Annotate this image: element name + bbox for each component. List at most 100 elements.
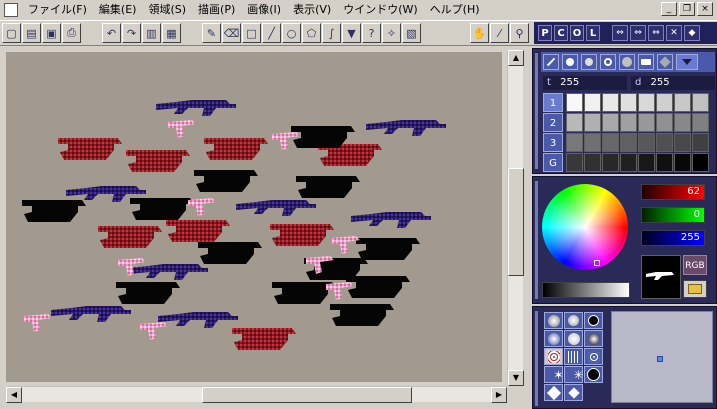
open-icon[interactable]: ▤: [22, 23, 41, 43]
copy-icon[interactable]: ▥: [142, 23, 161, 43]
close-button[interactable]: ×: [697, 2, 713, 16]
swatch[interactable]: [674, 93, 691, 112]
menu-window[interactable]: ウインドウ(W): [337, 1, 423, 19]
undo-icon[interactable]: ↶: [102, 23, 121, 43]
round-brush-icon[interactable]: [562, 54, 578, 70]
brightness-bar[interactable]: [542, 282, 630, 298]
palette-tab-3[interactable]: 3: [543, 133, 563, 152]
swatch[interactable]: [656, 133, 673, 152]
rotate-icon[interactable]: [600, 54, 616, 70]
ellipse-icon[interactable]: ○: [282, 23, 301, 43]
new-icon[interactable]: ▢: [2, 23, 21, 43]
red-slider[interactable]: 62: [641, 184, 705, 200]
green-slider[interactable]: 0: [641, 207, 705, 223]
brush-grid-icon[interactable]: [564, 348, 583, 365]
save-icon[interactable]: ▣: [42, 23, 61, 43]
brush-star-icon[interactable]: ✶: [544, 366, 564, 383]
panel-grip[interactable]: [535, 311, 538, 406]
swatch[interactable]: [638, 153, 655, 172]
hand-icon[interactable]: ✋: [470, 23, 489, 43]
blob-brush-icon[interactable]: [581, 54, 597, 70]
pen-menu-chevron-down-icon[interactable]: [676, 54, 698, 70]
redo-icon[interactable]: ↷: [122, 23, 141, 43]
swatch[interactable]: [674, 153, 691, 172]
drawing-canvas[interactable]: [6, 52, 502, 382]
current-color-preview[interactable]: [641, 255, 681, 299]
swatch[interactable]: [638, 113, 655, 132]
scroll-up-icon[interactable]: ▲: [508, 50, 524, 66]
swatch[interactable]: [620, 113, 637, 132]
polygon-icon[interactable]: ⬠: [302, 23, 321, 43]
mode-o-button[interactable]: O: [570, 25, 584, 41]
thickness-field[interactable]: t 255: [543, 76, 627, 90]
swatch[interactable]: [620, 133, 637, 152]
rgb-mode-button[interactable]: RGB: [683, 255, 707, 275]
palette-tab-2[interactable]: 2: [543, 113, 563, 132]
close-panels-icon[interactable]: ✕: [666, 25, 682, 41]
arrange-right-icon[interactable]: ⇔: [648, 25, 664, 41]
brush-diamond-icon[interactable]: [544, 384, 563, 401]
brush-dark-icon[interactable]: [584, 330, 603, 347]
rect-icon[interactable]: □: [242, 23, 261, 43]
brush-blur-icon[interactable]: [564, 330, 583, 347]
paste-icon[interactable]: ▦: [162, 23, 181, 43]
panel-toggle-icon[interactable]: ◆: [684, 25, 700, 41]
swatch[interactable]: [656, 113, 673, 132]
scroll-down-icon[interactable]: ▼: [508, 370, 524, 386]
palette-tab-1[interactable]: 1: [543, 93, 563, 112]
horizontal-scrollbar[interactable]: ◀ ▶: [6, 386, 507, 403]
brush-airbrush-icon[interactable]: [544, 330, 563, 347]
brush-medium-round-icon[interactable]: [564, 312, 583, 329]
color-wheel-cursor[interactable]: [594, 260, 600, 266]
line-icon[interactable]: ╱: [262, 23, 281, 43]
menu-view[interactable]: 表示(V): [287, 1, 337, 19]
text-icon[interactable]: ▧: [402, 23, 421, 43]
swatch[interactable]: [692, 153, 709, 172]
swatch[interactable]: [674, 133, 691, 152]
panel-grip[interactable]: [535, 53, 538, 169]
brush-hard-round-icon[interactable]: [584, 312, 603, 329]
scroll-left-icon[interactable]: ◀: [6, 387, 22, 403]
zoom-icon[interactable]: ⚲: [510, 23, 529, 43]
restore-button[interactable]: ❐: [679, 2, 695, 16]
curve-icon[interactable]: ∫: [322, 23, 341, 43]
swatch[interactable]: [566, 133, 583, 152]
magic-wand-icon[interactable]: ✧: [382, 23, 401, 43]
mode-l-button[interactable]: L: [586, 25, 600, 41]
swatch[interactable]: [692, 93, 709, 112]
swatch[interactable]: [656, 153, 673, 172]
menu-draw[interactable]: 描画(P): [192, 1, 241, 19]
menu-file[interactable]: ファイル(F): [22, 1, 93, 19]
mode-p-button[interactable]: P: [538, 25, 552, 41]
swatch[interactable]: [638, 133, 655, 152]
swatch[interactable]: [584, 93, 601, 112]
brush-spark-icon[interactable]: ✳: [564, 366, 584, 383]
vertical-scroll-thumb[interactable]: [508, 168, 524, 276]
menu-selection[interactable]: 領域(S): [142, 1, 192, 19]
swatch[interactable]: [602, 113, 619, 132]
brush-solid-icon[interactable]: [584, 366, 603, 383]
swatch[interactable]: [674, 113, 691, 132]
eraser-icon[interactable]: ⌫: [222, 23, 241, 43]
arrange-left-icon[interactable]: ⇔: [630, 25, 646, 41]
eyedropper-icon[interactable]: ⁄: [490, 23, 509, 43]
minimize-button[interactable]: _: [661, 2, 677, 16]
arrange-horizontal-icon[interactable]: ⇔: [612, 25, 628, 41]
swatch[interactable]: [656, 93, 673, 112]
scroll-right-icon[interactable]: ▶: [491, 387, 507, 403]
soft-brush-icon[interactable]: [619, 54, 635, 70]
swatch[interactable]: [566, 153, 583, 172]
swatch[interactable]: [602, 133, 619, 152]
density-field[interactable]: d 255: [631, 76, 715, 90]
texture-brush-icon[interactable]: [657, 54, 673, 70]
pen-icon[interactable]: ✎: [202, 23, 221, 43]
lasso-icon[interactable]: ?: [362, 23, 381, 43]
swatch[interactable]: [584, 133, 601, 152]
swatch[interactable]: [602, 93, 619, 112]
brush-diamond-small-icon[interactable]: [564, 384, 583, 401]
palette-tab-g[interactable]: G: [543, 153, 563, 172]
swatch[interactable]: [566, 93, 583, 112]
swatch[interactable]: [620, 93, 637, 112]
brush-soft-round-icon[interactable]: [544, 312, 563, 329]
horizontal-scroll-thumb[interactable]: [202, 387, 412, 403]
